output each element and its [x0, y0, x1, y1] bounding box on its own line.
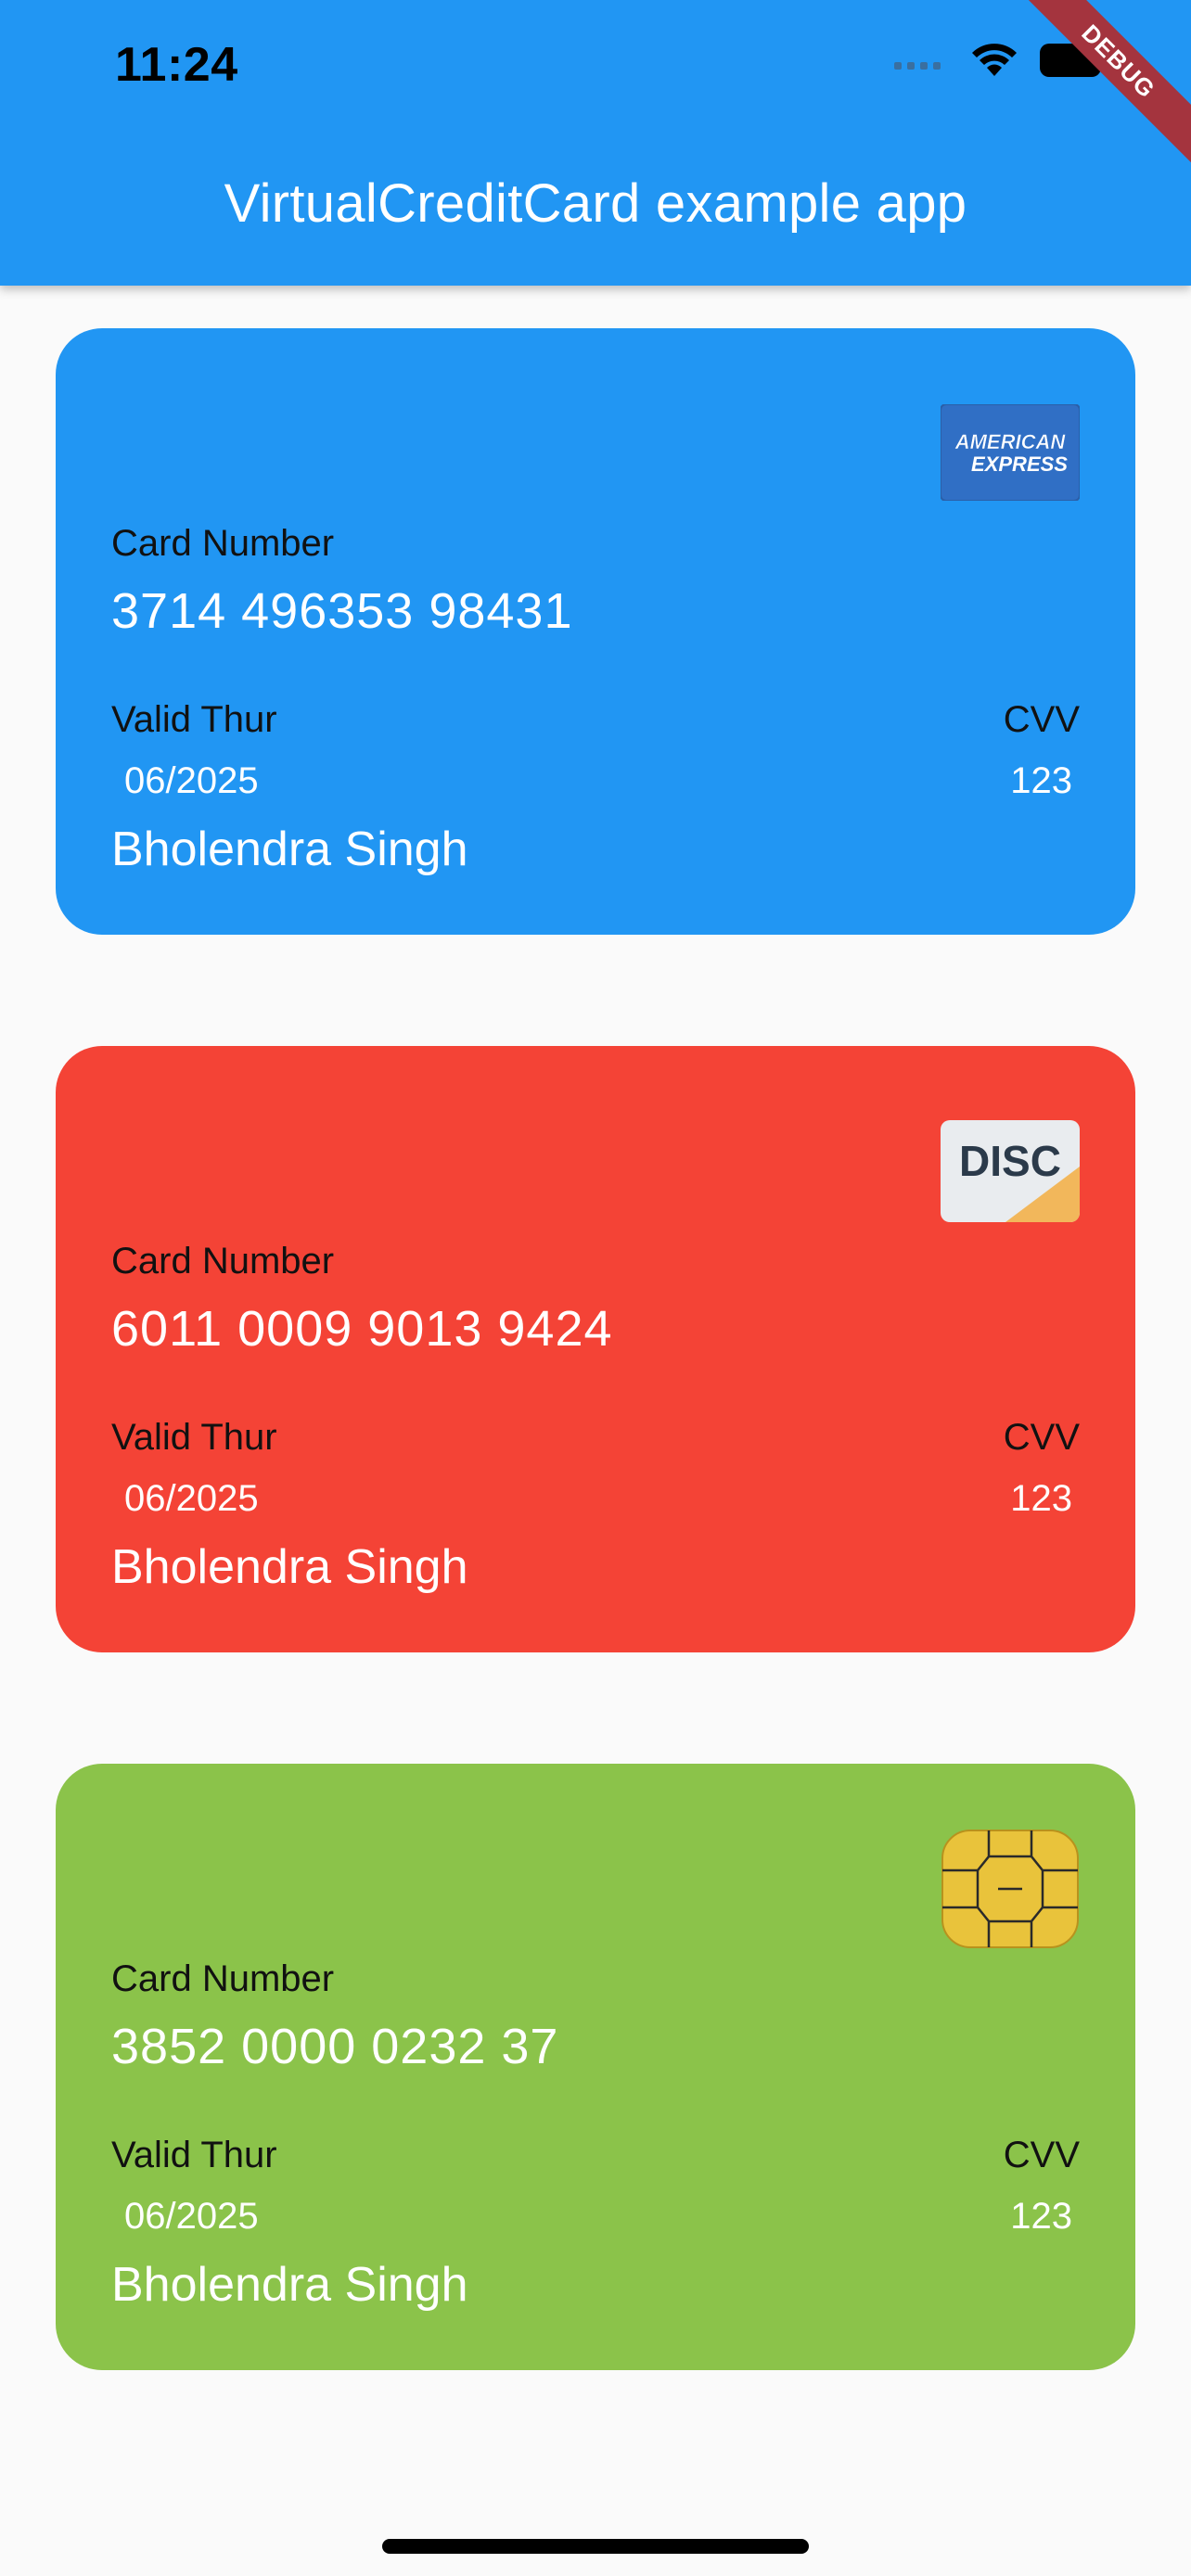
- credit-card-discover[interactable]: DISC Card Number 6011 0009 9013 9424 Val…: [56, 1046, 1135, 1652]
- cvv-value: 123: [1010, 2196, 1072, 2237]
- card-number-label: Card Number: [111, 1958, 335, 1999]
- debug-banner: DEBUG: [1005, 0, 1191, 185]
- card-number: 6011 0009 9013 9424: [111, 1301, 613, 1357]
- cvv-label: CVV: [1003, 699, 1080, 740]
- discover-logo-icon: DISC: [941, 1120, 1080, 1222]
- cvv-value: 123: [1010, 760, 1072, 801]
- valid-thru-value: 06/2025: [124, 2196, 259, 2237]
- status-time: 11:24: [115, 38, 238, 92]
- amex-logo-line2: EXPRESS: [971, 453, 1068, 476]
- credit-card-generic[interactable]: Card Number 3852 0000 0232 37 Valid Thur…: [56, 1764, 1135, 2370]
- card-holder-name: Bholendra Singh: [111, 1540, 468, 1594]
- cvv-value: 123: [1010, 1478, 1072, 1519]
- valid-thru-label: Valid Thur: [111, 2135, 277, 2175]
- card-number-label: Card Number: [111, 1241, 335, 1282]
- card-number: 3852 0000 0232 37: [111, 2019, 559, 2074]
- card-holder-name: Bholendra Singh: [111, 2258, 468, 2312]
- card-holder-name: Bholendra Singh: [111, 823, 468, 876]
- chip-icon: [941, 1829, 1080, 1949]
- amex-logo-icon: AMERICAN EXPRESS: [940, 403, 1081, 502]
- cellular-signal-icon: [894, 51, 950, 74]
- valid-thru-label: Valid Thur: [111, 1417, 277, 1458]
- valid-thru-label: Valid Thur: [111, 699, 277, 740]
- card-number: 3714 496353 98431: [111, 583, 573, 639]
- card-number-label: Card Number: [111, 523, 335, 564]
- cvv-label: CVV: [1003, 2135, 1080, 2175]
- amex-logo-line1: AMERICAN: [954, 430, 1067, 453]
- cvv-label: CVV: [1003, 1417, 1080, 1458]
- valid-thru-value: 06/2025: [124, 1478, 259, 1519]
- credit-card-amex[interactable]: AMERICAN EXPRESS Card Number 3714 496353…: [56, 328, 1135, 935]
- home-indicator[interactable]: [382, 2539, 809, 2554]
- debug-label: DEBUG: [1005, 0, 1191, 174]
- discover-logo-text: DISC: [959, 1137, 1061, 1185]
- valid-thru-value: 06/2025: [124, 760, 259, 801]
